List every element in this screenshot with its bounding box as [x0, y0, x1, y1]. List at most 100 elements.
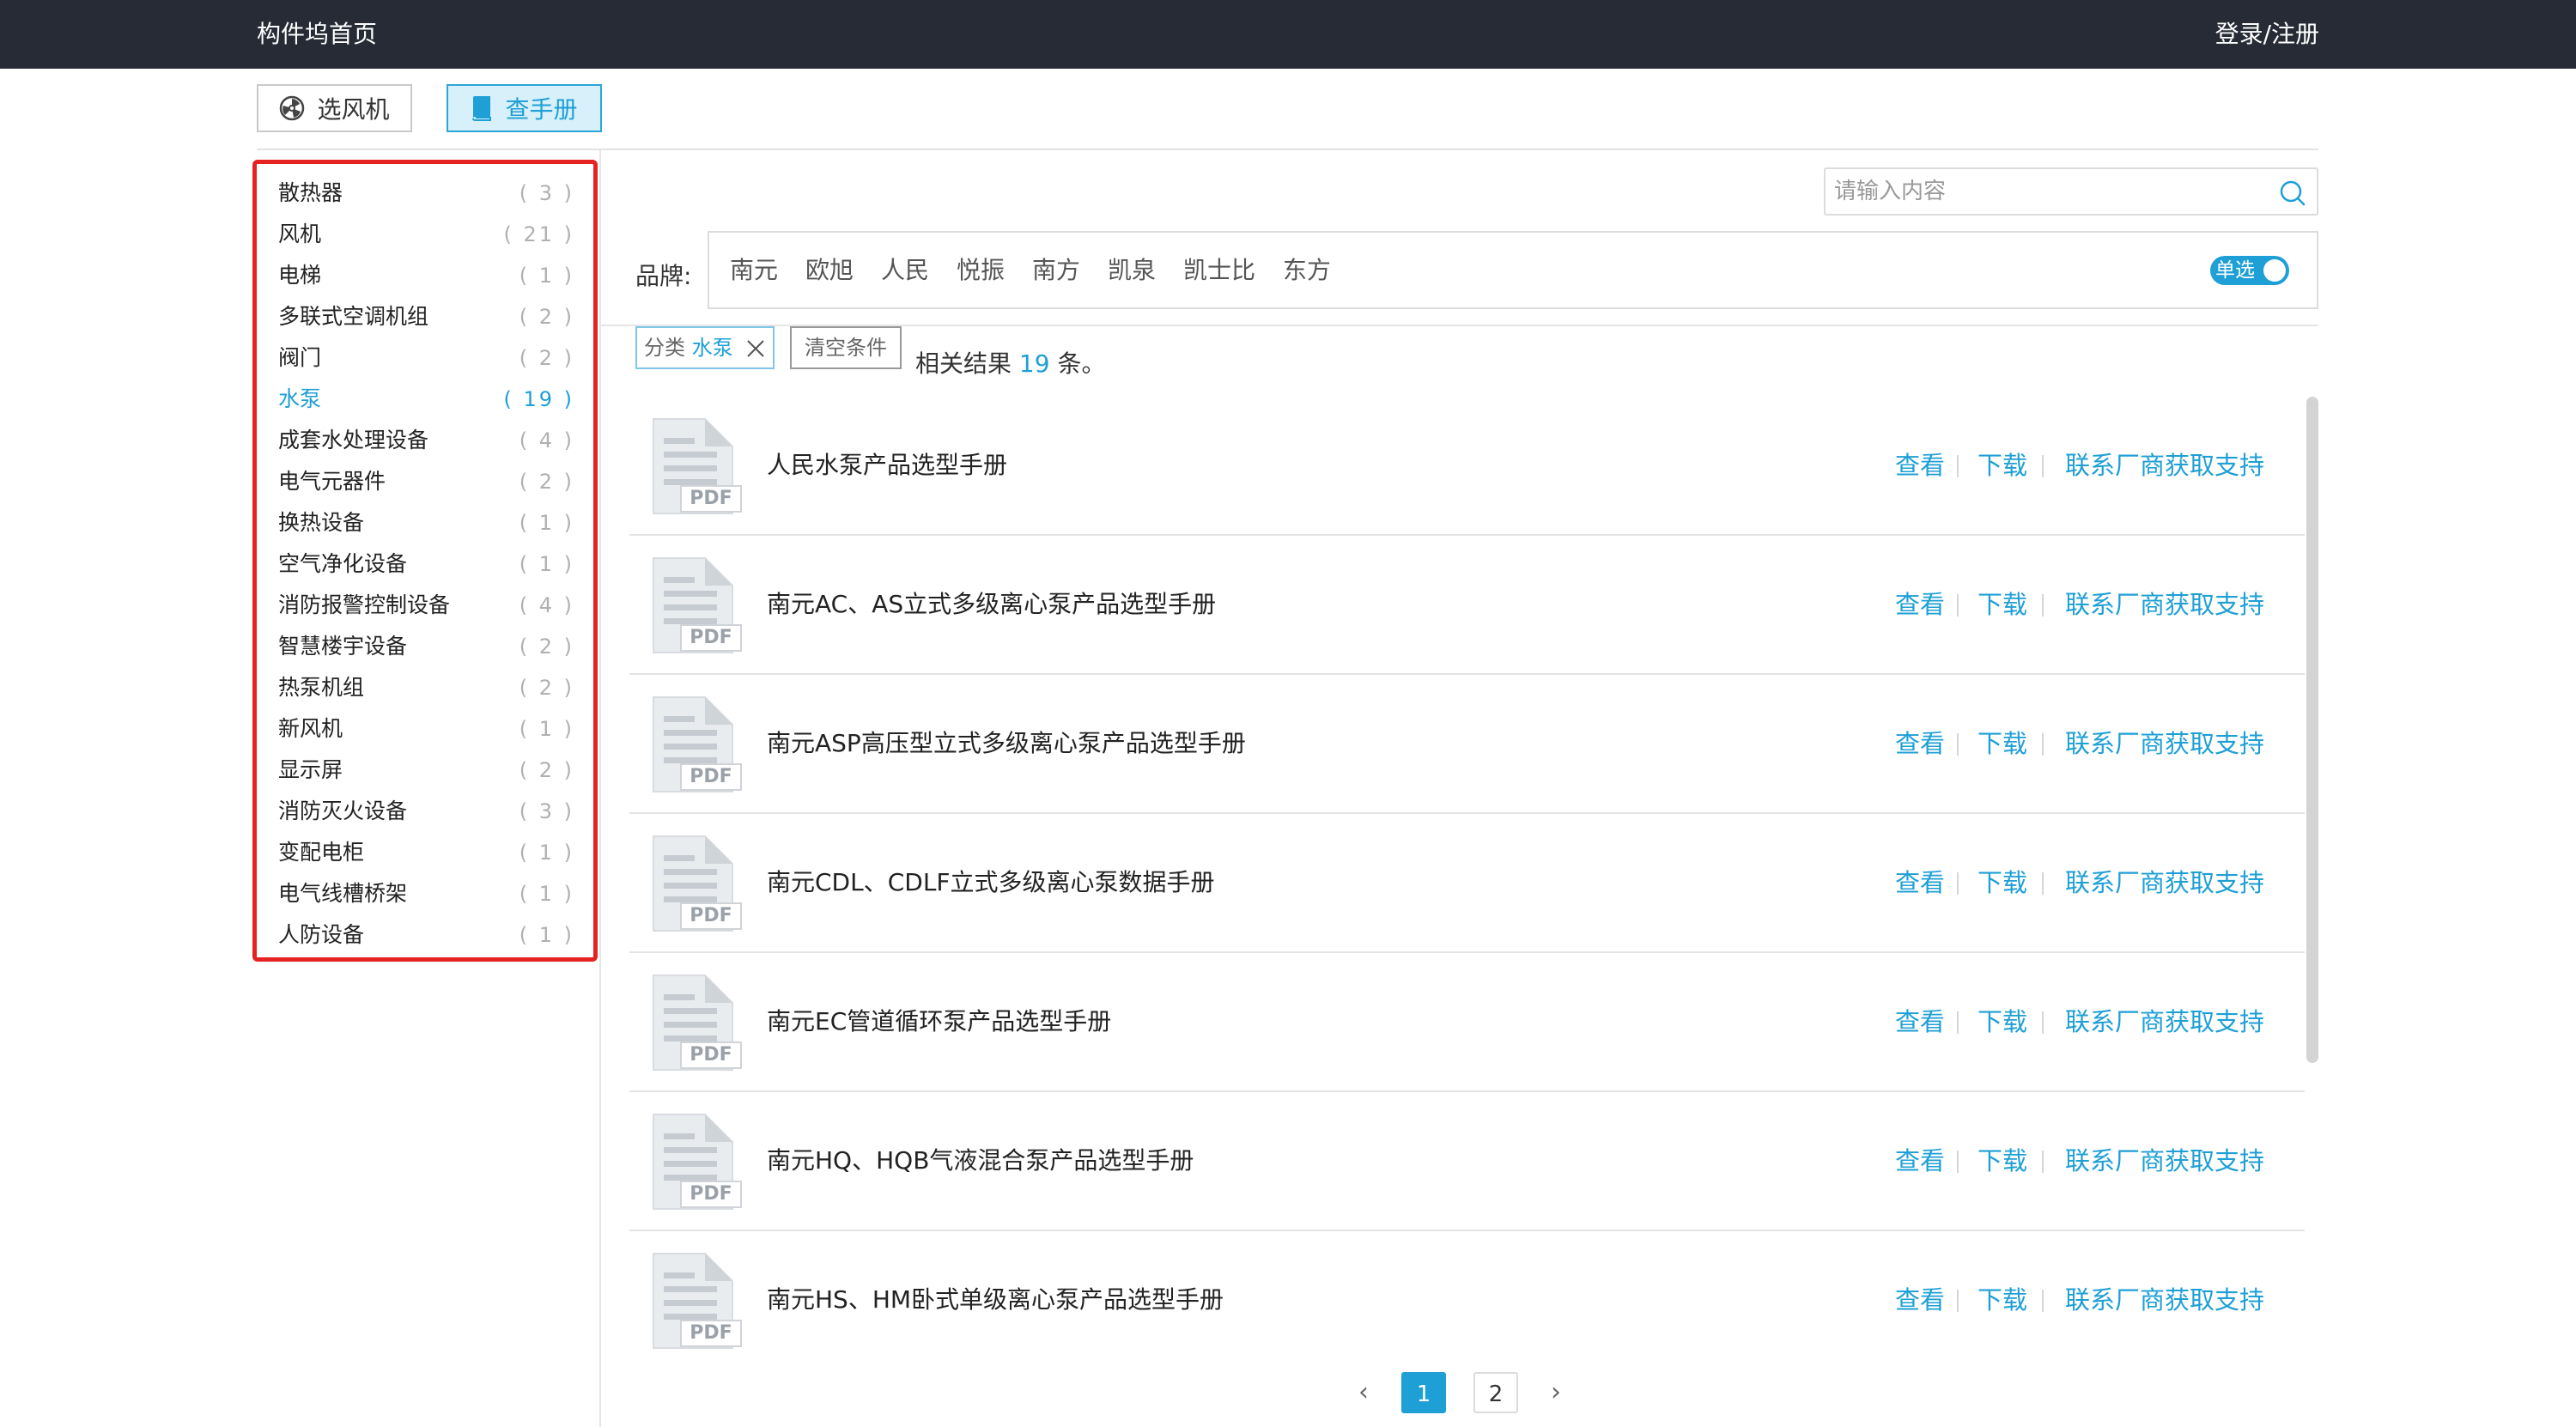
category-sidebar: 散热器 ( 3 ) 风机 ( 21 ) 电梯 ( 1 ) 多联式空调机组 ( 2 ) 阀门 ( 2… — [252, 160, 598, 962]
contact-vendor-link[interactable]: 联系厂商获取支持 — [2065, 397, 2264, 534]
clear-filters-button[interactable]: 清空条件 — [790, 326, 902, 369]
manual-title[interactable]: 南元CDL、CDLF立式多级离心泵数据手册 — [767, 814, 1215, 951]
search-icon[interactable] — [2279, 179, 2306, 210]
download-link[interactable]: 下载 — [1978, 1092, 2027, 1230]
manual-title[interactable]: 南元HQ、HQB气液混合泵产品选型手册 — [767, 1092, 1194, 1230]
category-name: 变配电柜 — [278, 840, 365, 865]
category-item[interactable]: 水泵 ( 19 ) — [278, 380, 574, 418]
contact-vendor-link[interactable]: 联系厂商获取支持 — [2065, 536, 2264, 673]
remove-filter-icon[interactable] — [745, 338, 766, 362]
category-item[interactable]: 成套水处理设备 ( 4 ) — [278, 422, 574, 459]
category-item[interactable]: 风机 ( 21 ) — [278, 216, 574, 253]
sidebar-divider — [599, 150, 601, 1427]
category-item[interactable]: 散热器 ( 3 ) — [278, 174, 574, 212]
pagination-page-2[interactable]: 2 — [1473, 1372, 1518, 1413]
brand-option[interactable]: 南方 — [1032, 233, 1080, 307]
action-separator — [2042, 1290, 2044, 1312]
view-link[interactable]: 查看 — [1895, 1231, 1945, 1355]
manual-row: PDF 南元HS、HM卧式单级离心泵产品选型手册 查看 下载 联系厂商获取支持 — [629, 1231, 2305, 1355]
category-item[interactable]: 换热设备 ( 1 ) — [278, 504, 574, 542]
view-link[interactable]: 查看 — [1895, 397, 1945, 534]
download-link[interactable]: 下载 — [1978, 1231, 2027, 1355]
manual-title[interactable]: 南元EC管道循环泵产品选型手册 — [767, 953, 1111, 1090]
category-item[interactable]: 电气元器件 ( 2 ) — [278, 463, 574, 501]
result-count: 19 — [1018, 349, 1050, 378]
manual-title[interactable]: 南元HS、HM卧式单级离心泵产品选型手册 — [767, 1231, 1224, 1355]
lookup-manual-button[interactable]: 查手册 — [447, 84, 602, 132]
contact-vendor-link[interactable]: 联系厂商获取支持 — [2065, 1231, 2264, 1355]
brand-option[interactable]: 欧旭 — [805, 233, 854, 307]
result-summary: 相关结果 19 条。 — [915, 345, 1105, 380]
category-name: 人防设备 — [278, 922, 365, 947]
pdf-badge: PDF — [690, 1322, 732, 1344]
pdf-file-icon: PDF — [648, 1113, 743, 1216]
brand-option[interactable]: 东方 — [1283, 233, 1331, 307]
category-count: ( 2 ) — [519, 346, 574, 370]
contact-vendor-link[interactable]: 联系厂商获取支持 — [2065, 1092, 2264, 1230]
category-name: 阀门 — [278, 345, 322, 370]
category-item[interactable]: 热泵机组 ( 2 ) — [278, 669, 574, 707]
contact-vendor-link[interactable]: 联系厂商获取支持 — [2065, 953, 2264, 1090]
view-link[interactable]: 查看 — [1895, 953, 1945, 1090]
category-item[interactable]: 多联式空调机组 ( 2 ) — [278, 298, 574, 336]
category-item[interactable]: 阀门 ( 2 ) — [278, 339, 574, 377]
manual-title[interactable]: 人民水泵产品选型手册 — [767, 397, 1007, 534]
pagination-next[interactable]: › — [1542, 1372, 1570, 1413]
contact-vendor-link[interactable]: 联系厂商获取支持 — [2065, 814, 2264, 951]
brand-filter-box: 单选 南元 欧旭 人民 悦振 南方 凯泉 凯士比 东方 — [708, 231, 2318, 309]
pagination-prev[interactable]: ‹ — [1350, 1372, 1377, 1413]
view-link[interactable]: 查看 — [1895, 536, 1945, 673]
view-link[interactable]: 查看 — [1895, 1092, 1945, 1230]
view-link[interactable]: 查看 — [1895, 814, 1945, 951]
manual-row: PDF 南元EC管道循环泵产品选型手册 查看 下载 联系厂商获取支持 — [629, 953, 2305, 1092]
category-item[interactable]: 显示屏 ( 2 ) — [278, 751, 574, 789]
category-item[interactable]: 电梯 ( 1 ) — [278, 257, 574, 295]
search-input[interactable] — [1834, 174, 2263, 209]
manual-list: PDF 人民水泵产品选型手册 查看 下载 联系厂商获取支持 PDF 南元AC、AS立式多级离… — [629, 397, 2305, 1355]
pdf-file-icon: PDF — [648, 695, 743, 799]
manual-title[interactable]: 南元ASP高压型立式多级离心泵产品选型手册 — [767, 675, 1246, 812]
pdf-badge: PDF — [690, 905, 732, 926]
category-item[interactable]: 消防灭火设备 ( 3 ) — [278, 792, 574, 830]
pdf-badge: PDF — [690, 1044, 732, 1066]
manual-row: PDF 南元HQ、HQB气液混合泵产品选型手册 查看 下载 联系厂商获取支持 — [629, 1092, 2305, 1231]
brand-option[interactable]: 南元 — [730, 233, 778, 307]
download-link[interactable]: 下载 — [1978, 953, 2027, 1090]
category-count: ( 1 ) — [519, 552, 574, 576]
category-item[interactable]: 人防设备 ( 1 ) — [278, 916, 574, 954]
manual-title[interactable]: 南元AC、AS立式多级离心泵产品选型手册 — [767, 536, 1216, 673]
pdf-badge: PDF — [690, 627, 732, 648]
category-item[interactable]: 消防报警控制设备 ( 4 ) — [278, 586, 574, 624]
action-separator — [1957, 1011, 1959, 1034]
contact-vendor-link[interactable]: 联系厂商获取支持 — [2065, 675, 2264, 812]
category-name: 智慧楼宇设备 — [278, 634, 408, 659]
download-link[interactable]: 下载 — [1978, 397, 2027, 534]
category-item[interactable]: 智慧楼宇设备 ( 2 ) — [278, 628, 574, 665]
pagination-page-1[interactable]: 1 — [1401, 1372, 1446, 1413]
category-item[interactable]: 新风机 ( 1 ) — [278, 710, 574, 748]
category-item[interactable]: 电气线槽桥架 ( 1 ) — [278, 875, 574, 913]
brand-option[interactable]: 凯士比 — [1183, 233, 1255, 307]
view-link[interactable]: 查看 — [1895, 675, 1945, 812]
brand-option[interactable]: 悦振 — [957, 233, 1005, 307]
category-item[interactable]: 变配电柜 ( 1 ) — [278, 834, 574, 871]
brand-option[interactable]: 人民 — [881, 233, 929, 307]
download-link[interactable]: 下载 — [1978, 675, 2027, 812]
list-scrollbar[interactable] — [2306, 397, 2318, 1063]
manual-row: PDF 南元CDL、CDLF立式多级离心泵数据手册 查看 下载 联系厂商获取支持 — [629, 814, 2305, 953]
select-fan-button[interactable]: 选风机 — [257, 84, 412, 132]
action-separator — [2042, 1011, 2044, 1034]
category-item[interactable]: 空气净化设备 ( 1 ) — [278, 545, 574, 583]
brand-option[interactable]: 凯泉 — [1108, 233, 1156, 307]
download-link[interactable]: 下载 — [1978, 814, 2027, 951]
action-separator — [1957, 1290, 1959, 1312]
download-link[interactable]: 下载 — [1978, 536, 2027, 673]
login-register-link[interactable]: 登录/注册 — [2215, 0, 2319, 69]
top-navbar: 构件坞首页 登录/注册 — [0, 0, 2576, 69]
category-name: 风机 — [278, 222, 322, 246]
category-count: ( 1 ) — [519, 841, 574, 865]
category-count: ( 3 ) — [519, 799, 574, 823]
category-name: 热泵机组 — [278, 675, 365, 700]
single-select-toggle[interactable]: 单选 — [2210, 256, 2289, 285]
home-link[interactable]: 构件坞首页 — [257, 0, 377, 69]
